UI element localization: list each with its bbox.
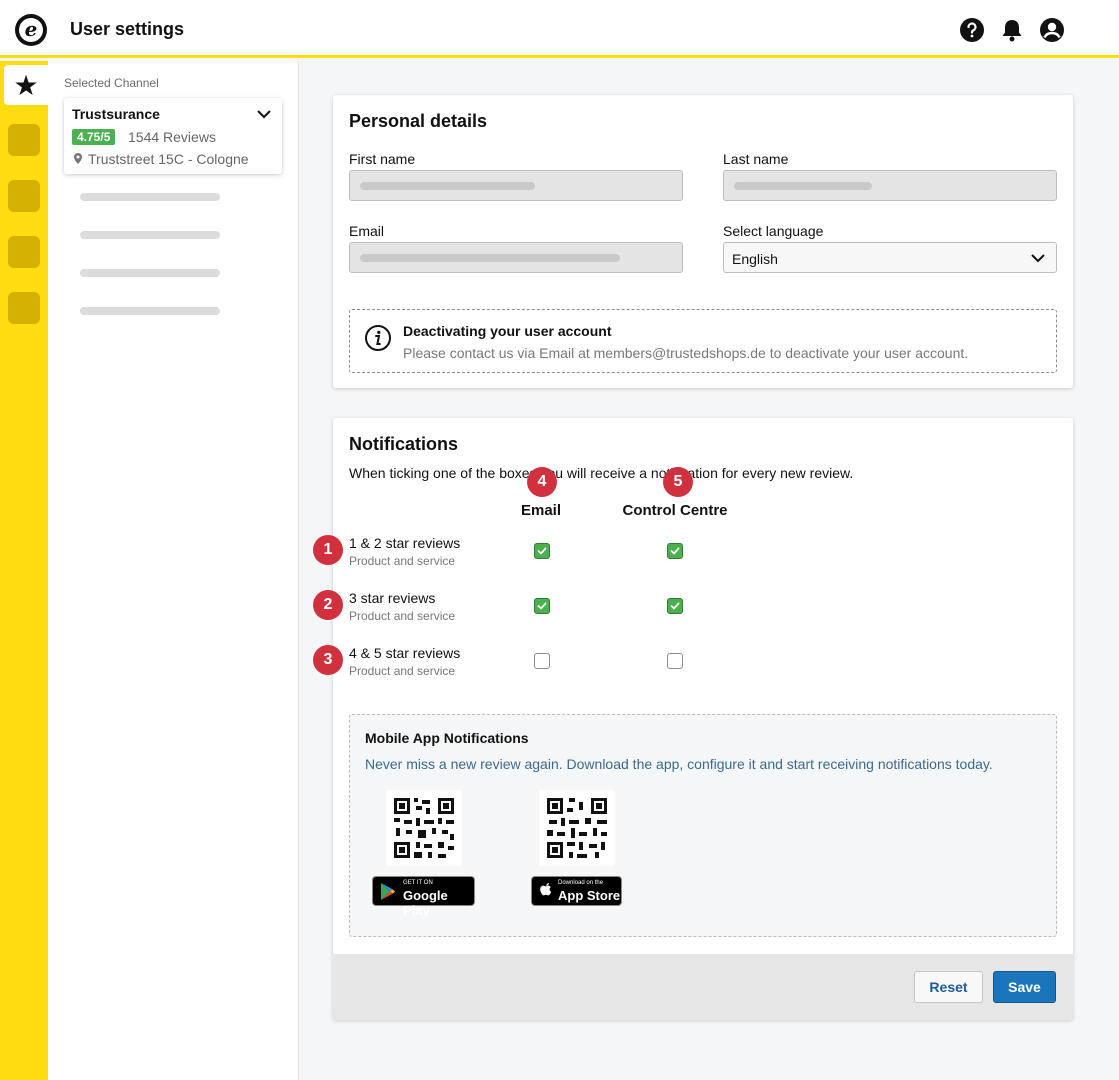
personal-details-title: Personal details <box>349 111 488 131</box>
notifications-card: Notifications When ticking one of the bo… <box>333 418 1073 1020</box>
channel-selector[interactable]: Trustsurance 4.75/5 1544 Reviews Trustst… <box>64 98 282 174</box>
annotation-marker: 2 <box>313 590 343 620</box>
top-header: e User settings <box>0 0 1119 58</box>
save-button[interactable]: Save <box>993 971 1056 1003</box>
notifications-title: Notifications <box>349 434 459 454</box>
google-small-text: GET IT ON <box>403 880 433 886</box>
chevron-down-icon <box>257 110 271 119</box>
deactivate-notice: Deactivating your user account Please co… <box>349 309 1057 373</box>
help-icon[interactable] <box>959 17 985 43</box>
star-icon: ★ <box>13 69 39 101</box>
annotation-marker: 5 <box>663 467 693 497</box>
check-icon <box>537 547 547 555</box>
apple-icon <box>540 883 552 896</box>
last-name-field[interactable] <box>723 170 1057 201</box>
mobile-title: Mobile App Notifications <box>365 730 529 746</box>
location-pin-icon <box>74 153 82 164</box>
check-icon <box>537 602 547 610</box>
redacted-value <box>734 182 872 190</box>
reset-button[interactable]: Reset <box>914 971 983 1003</box>
redacted-value <box>360 254 620 262</box>
language-select[interactable]: English <box>723 242 1057 273</box>
language-value: English <box>732 251 778 267</box>
page-title: User settings <box>70 19 185 39</box>
first-name-field[interactable] <box>349 170 683 201</box>
logo[interactable]: e <box>15 14 47 46</box>
skeleton-line <box>80 269 220 277</box>
skeleton-line <box>80 307 220 315</box>
language-label: Select language <box>723 223 824 239</box>
channel-address: Truststreet 15C - Cologne <box>88 151 249 167</box>
check-icon <box>670 547 680 555</box>
channel-name: Trustsurance <box>72 106 160 122</box>
email-checkbox[interactable] <box>534 543 550 559</box>
email-checkbox[interactable] <box>534 598 550 614</box>
logo-letter: e <box>19 18 43 42</box>
annotation-marker: 1 <box>313 535 343 565</box>
skeleton-line <box>80 193 220 201</box>
deactivate-title: Deactivating your user account <box>403 323 612 339</box>
annotation-marker: 3 <box>313 645 343 675</box>
redacted-value <box>360 182 535 190</box>
check-icon <box>670 602 680 610</box>
nav-item-reviews[interactable]: ★ <box>4 65 48 105</box>
bell-icon[interactable] <box>999 17 1025 43</box>
first-name-label: First name <box>349 151 416 167</box>
nav-rail: ★ <box>0 61 48 1080</box>
nav-item-5[interactable] <box>8 292 40 324</box>
account-icon[interactable] <box>1039 17 1065 43</box>
row-subtitle: Product and service <box>349 664 456 678</box>
mobile-text: Never miss a new review again. Download … <box>365 756 993 772</box>
email-field[interactable] <box>349 242 683 273</box>
row-title: 1 & 2 star reviews <box>349 535 461 551</box>
qr-code-google <box>386 790 462 866</box>
notifications-description: When ticking one of the boxes you will r… <box>349 465 854 481</box>
selected-channel-label: Selected Channel <box>64 76 159 90</box>
email-label: Email <box>349 223 385 239</box>
reviews-count: 1544 Reviews <box>128 129 216 145</box>
rating-badge: 4.75/5 <box>72 129 116 145</box>
google-big-text: Google Play <box>403 888 448 918</box>
last-name-label: Last name <box>723 151 789 167</box>
mobile-app-box: Mobile App Notifications Never miss a ne… <box>349 714 1057 937</box>
control-centre-checkbox[interactable] <box>667 598 683 614</box>
apple-small-text: Download on the <box>558 880 604 886</box>
form-footer: Reset Save <box>333 954 1073 1020</box>
nav-item-4[interactable] <box>8 236 40 268</box>
annotation-marker: 4 <box>527 467 557 497</box>
chevron-down-icon <box>1031 254 1045 263</box>
nav-item-2[interactable] <box>8 124 40 156</box>
column-control-centre: Control Centre <box>622 502 728 519</box>
apple-big-text: App Store <box>558 888 621 903</box>
column-email: Email <box>520 502 562 519</box>
control-centre-checkbox[interactable] <box>667 653 683 669</box>
google-play-button[interactable]: GET IT ON Google Play <box>372 876 475 918</box>
row-title: 3 star reviews <box>349 590 436 606</box>
personal-details-card: Personal details First name Last name Em… <box>333 95 1073 388</box>
row-subtitle: Product and service <box>349 609 456 623</box>
row-title: 4 & 5 star reviews <box>349 645 461 661</box>
row-subtitle: Product and service <box>349 554 456 568</box>
deactivate-text: Please contact us via Email at members@t… <box>403 345 969 361</box>
skeleton-line <box>80 231 220 239</box>
google-play-icon <box>381 883 395 900</box>
app-store-button[interactable]: Download on the App Store <box>531 876 622 906</box>
channel-panel: Selected Channel Trustsurance 4.75/5 154… <box>48 61 299 1080</box>
control-centre-checkbox[interactable] <box>667 543 683 559</box>
email-checkbox[interactable] <box>534 653 550 669</box>
qr-code-apple <box>539 790 615 866</box>
nav-item-3[interactable] <box>8 180 40 212</box>
info-icon <box>365 325 391 351</box>
